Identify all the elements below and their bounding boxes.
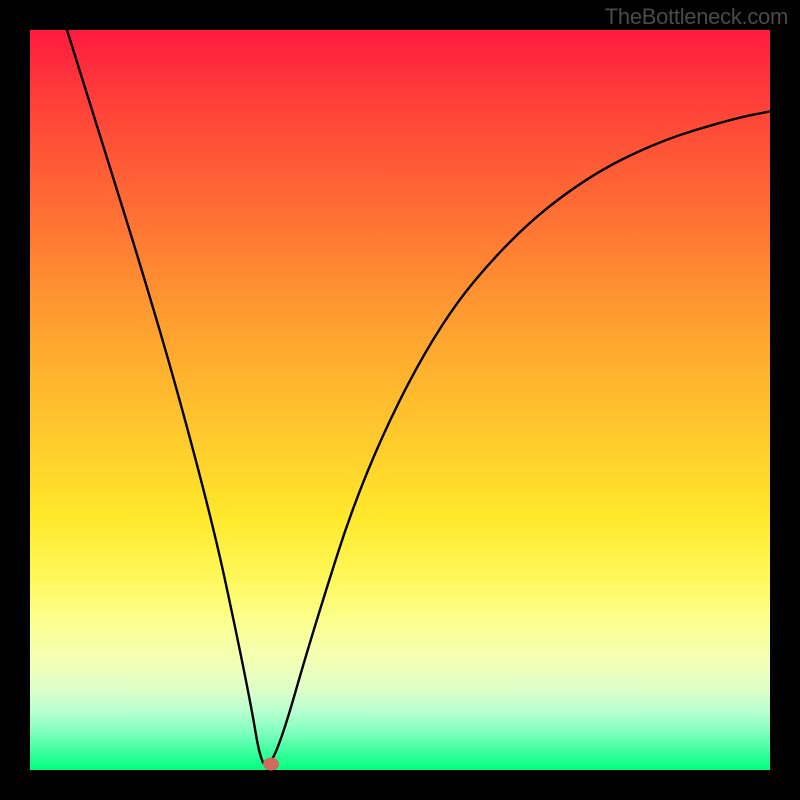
curve-layer — [30, 30, 770, 770]
chart-container: TheBottleneck.com — [0, 0, 800, 800]
attribution-label: TheBottleneck.com — [605, 4, 788, 30]
optimal-point-marker — [263, 758, 279, 771]
plot-area — [30, 30, 770, 770]
bottleneck-curve — [67, 30, 770, 765]
